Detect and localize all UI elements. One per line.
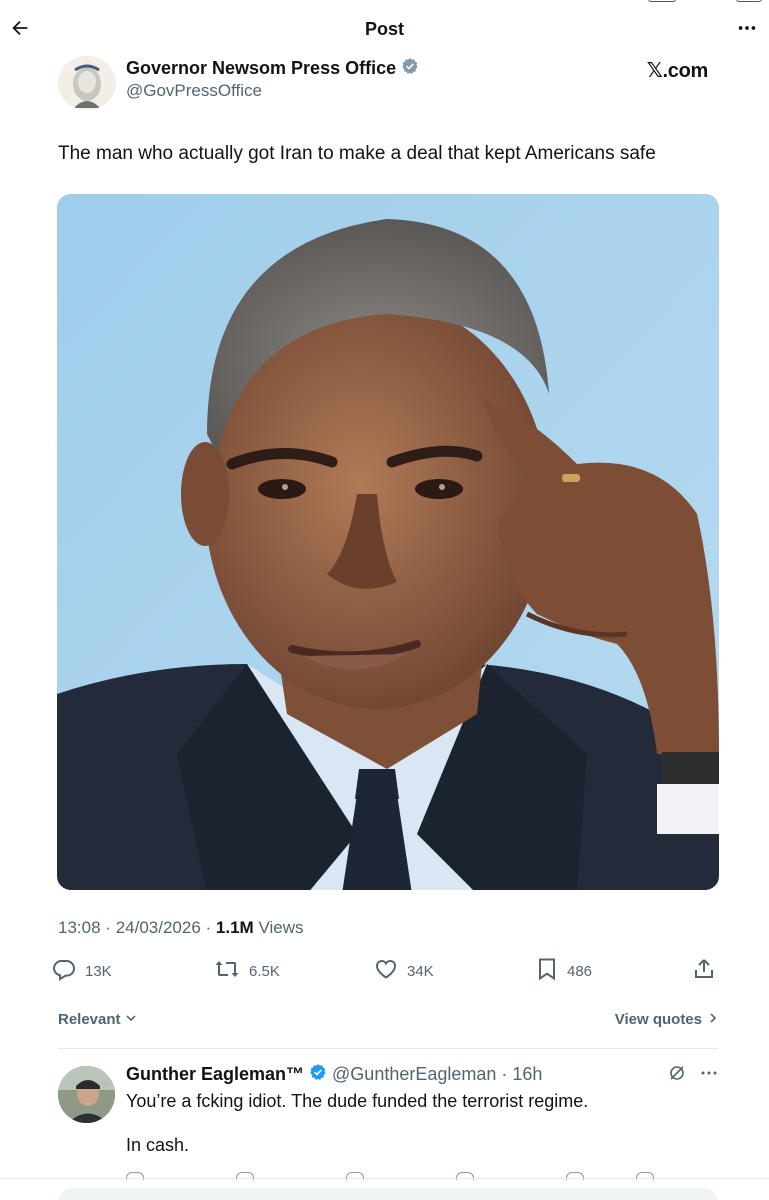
sort-label: Relevant — [58, 1011, 121, 1028]
repost-icon — [214, 957, 240, 985]
post-time[interactable]: 13:08 — [58, 918, 101, 937]
chevron-right-icon — [708, 1011, 718, 1028]
sort-dropdown[interactable]: Relevant — [58, 1011, 137, 1028]
like-button[interactable]: 34K — [374, 956, 434, 986]
grok-icon[interactable] — [668, 1064, 686, 1087]
views-count: 1.1M — [215, 918, 254, 937]
post-author: Governor Newsom Press Office @GovPressOf… — [58, 52, 718, 112]
reply-button[interactable]: 13K — [52, 956, 112, 986]
replies-sort-bar: Relevant View quotes — [58, 1008, 718, 1032]
verified-badge-blue-icon — [309, 1063, 327, 1086]
verified-badge-grey-icon — [401, 57, 419, 80]
view-quotes-label: View quotes — [614, 1011, 702, 1028]
reply-avatar[interactable] — [58, 1066, 115, 1123]
share-button[interactable] — [692, 956, 716, 986]
divider — [58, 1048, 718, 1049]
bookmark-button[interactable]: 486 — [536, 956, 592, 986]
more-horizontal-icon — [736, 17, 758, 44]
reply-icon — [52, 957, 76, 985]
top-bar: Post — [0, 0, 769, 60]
chevron-down-icon — [125, 1011, 137, 1028]
heart-icon — [374, 957, 398, 985]
reply-item[interactable]: Gunther Eagleman™ @GuntherEagleman · 16h… — [58, 1060, 720, 1170]
repost-button[interactable]: 6.5K — [214, 956, 280, 986]
post-meta: 13:08 · 24/03/2026 · 1.1M Views — [58, 918, 304, 938]
author-name[interactable]: Governor Newsom Press Office — [126, 58, 396, 79]
views-label: Views — [258, 918, 304, 937]
share-icon — [692, 957, 716, 985]
reply-text: You’re a fcking idiot. The dude funded t… — [126, 1091, 589, 1155]
reply-author-name[interactable]: Gunther Eagleman™ — [126, 1064, 304, 1085]
author-name-row[interactable]: Governor Newsom Press Office — [126, 57, 419, 80]
post-text: The man who actually got Iran to make a … — [58, 143, 656, 164]
bottom-divider — [0, 1178, 769, 1179]
reply-header: Gunther Eagleman™ @GuntherEagleman · 16h — [126, 1063, 542, 1086]
meta-separator: · — [105, 918, 111, 937]
author-handle[interactable]: @GovPressOffice — [126, 81, 262, 101]
author-avatar[interactable] — [58, 56, 116, 110]
reply-count: 13K — [85, 962, 112, 980]
reply-author-handle[interactable]: @GuntherEagleman — [332, 1064, 496, 1085]
action-bar: 13K 6.5K 34K 486 — [52, 956, 720, 986]
meta-separator: · — [205, 918, 212, 937]
reply-composer[interactable] — [58, 1188, 718, 1200]
page-title: Post — [364, 19, 404, 39]
more-button[interactable] — [733, 16, 761, 44]
source-label: 𝕏.com — [646, 60, 709, 82]
post-date[interactable]: 24/03/2026 — [116, 918, 201, 937]
like-count: 34K — [407, 962, 434, 980]
post-image[interactable] — [57, 194, 719, 890]
reply-age: 16h — [512, 1064, 543, 1084]
reply-separator: · — [501, 1064, 508, 1084]
reply-tools — [668, 1064, 718, 1087]
bookmark-icon — [536, 957, 558, 985]
view-quotes-link[interactable]: View quotes — [615, 1011, 718, 1028]
bookmark-count: 486 — [567, 962, 593, 980]
repost-count: 6.5K — [249, 962, 280, 980]
more-horizontal-icon[interactable] — [700, 1064, 718, 1087]
